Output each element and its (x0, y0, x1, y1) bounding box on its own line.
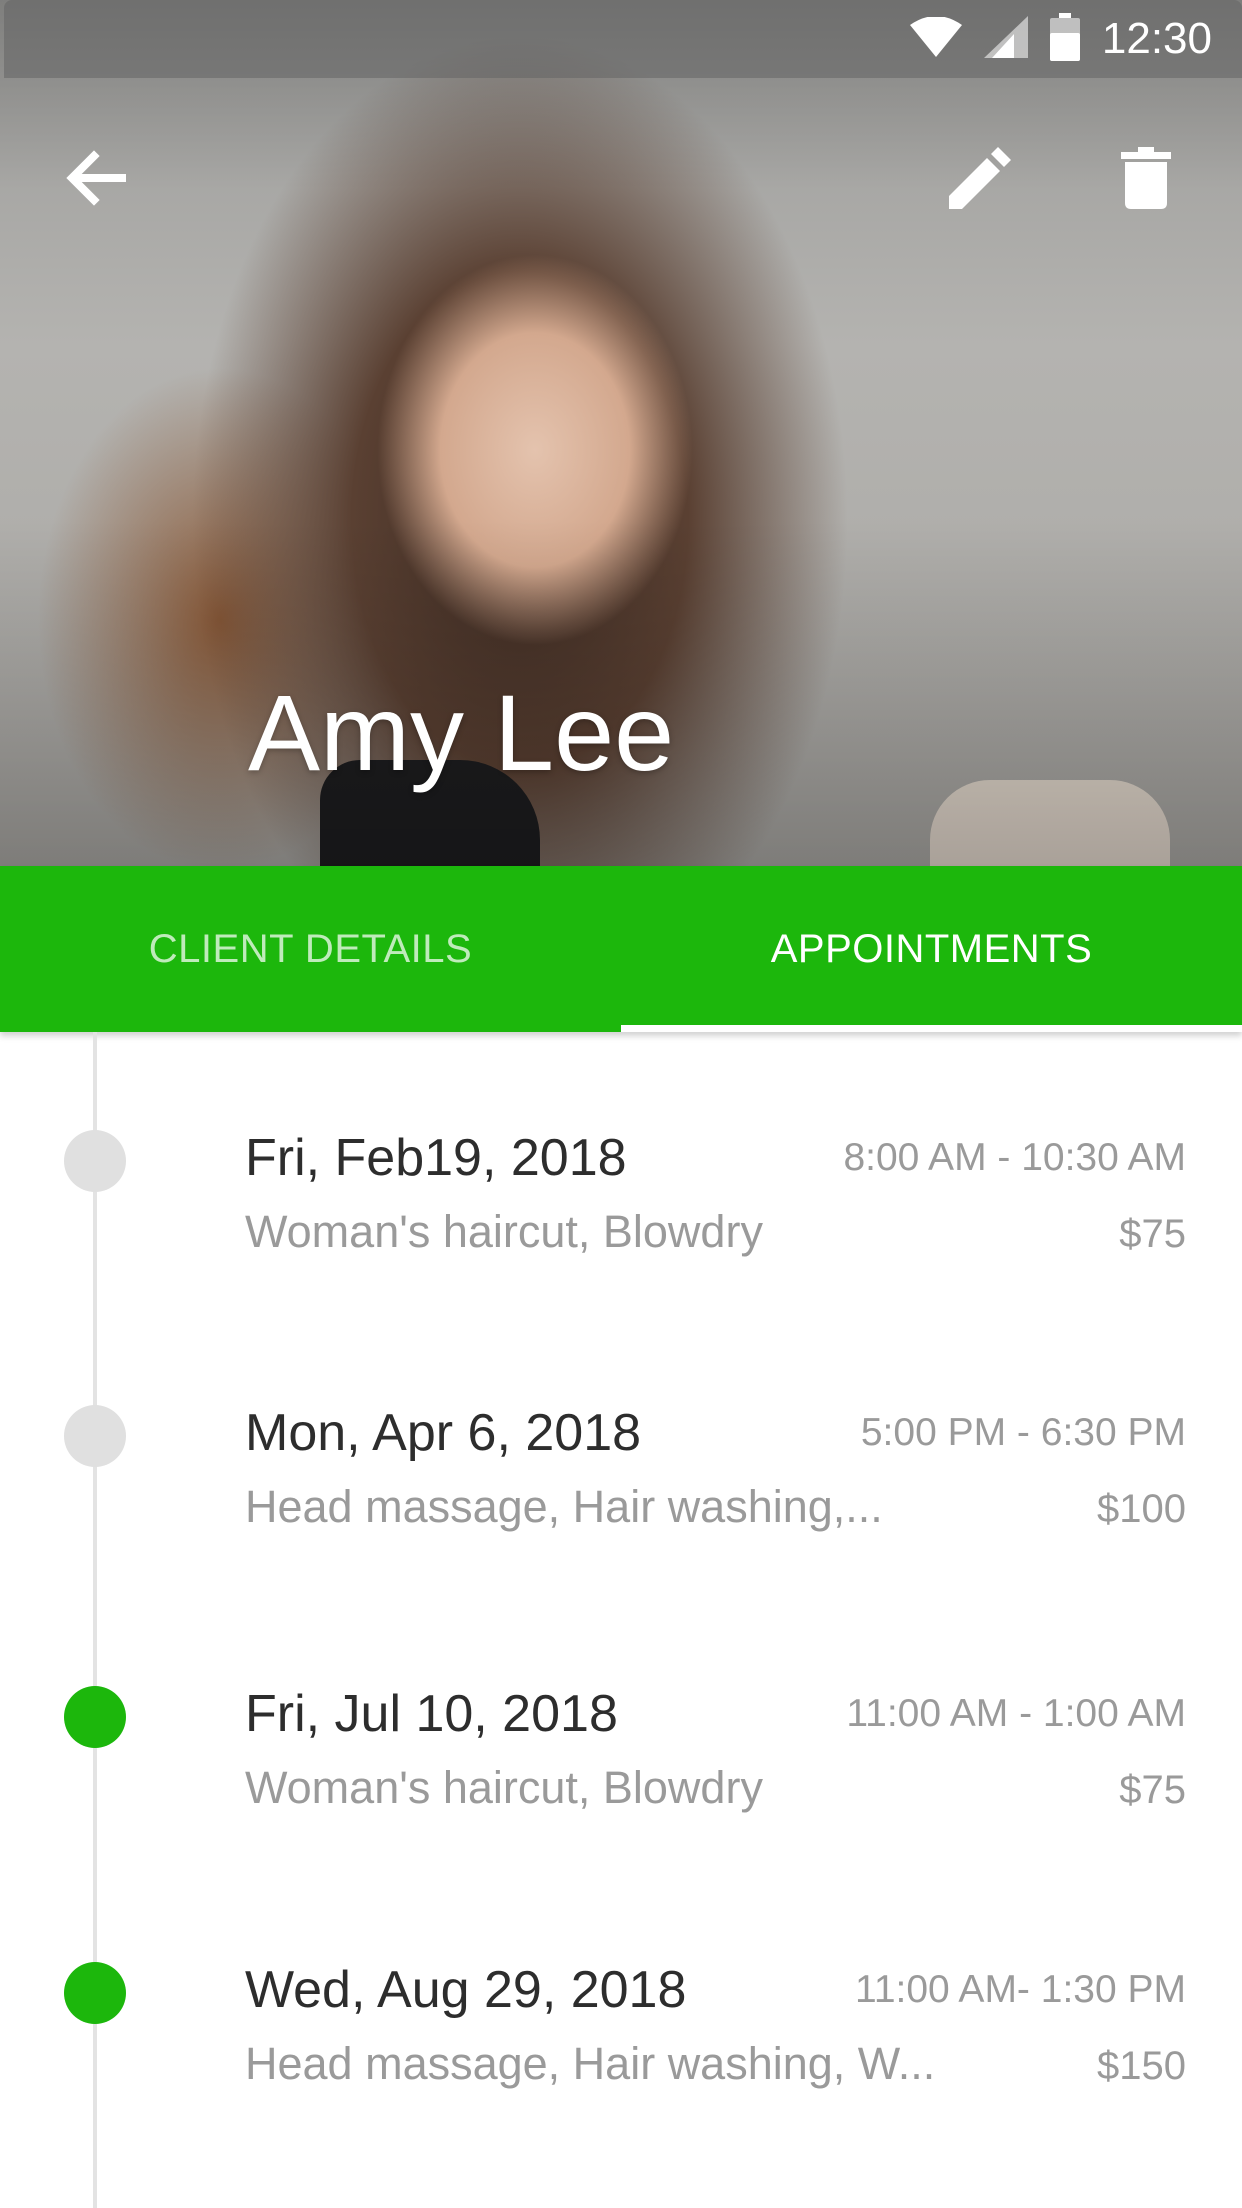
back-button[interactable] (48, 132, 144, 228)
appointment-date: Fri, Jul 10, 2018 (245, 1685, 618, 1743)
appointment-time: 5:00 PM - 6:30 PM (860, 1411, 1186, 1454)
status-time: 12:30 (1101, 14, 1212, 63)
appointment-item[interactable]: Fri, Jul 10, 2018 11:00 AM - 1:00 AM Wom… (0, 1684, 1242, 1824)
appointment-date: Mon, Apr 6, 2018 (245, 1404, 642, 1462)
timeline-dot-upcoming (64, 1962, 126, 2024)
appointment-price: $100 (1097, 1487, 1186, 1531)
client-name: Amy Lee (248, 672, 675, 793)
appointment-services: Head massage, Hair washing,... (245, 1481, 883, 1532)
appointment-price: $150 (1097, 2044, 1186, 2088)
appointment-price: $75 (1119, 1768, 1186, 1812)
appointment-time: 11:00 AM- 1:30 PM (855, 1968, 1186, 2011)
delete-button[interactable] (1098, 132, 1194, 228)
arrow-left-icon (66, 149, 128, 211)
tab-bar: CLIENT DETAILS APPOINTMENTS (0, 866, 1242, 1032)
tab-appointments[interactable]: APPOINTMENTS (621, 866, 1242, 1032)
appointment-time: 8:00 AM - 10:30 AM (843, 1136, 1186, 1179)
appointment-price: $75 (1119, 1212, 1186, 1256)
appointment-services: Head massage, Hair washing, W... (245, 2038, 936, 2089)
appointment-item[interactable]: Mon, Apr 6, 2018 5:00 PM - 6:30 PM Head … (0, 1403, 1242, 1543)
timeline-dot-upcoming (64, 1686, 126, 1748)
timeline-dot-past (64, 1405, 126, 1467)
appointment-item[interactable]: Wed, Aug 29, 2018 11:00 AM- 1:30 PM Head… (0, 1960, 1242, 2100)
pencil-icon (949, 146, 1011, 214)
wifi-icon (909, 15, 962, 62)
battery-icon (1049, 12, 1080, 66)
timeline-dot-past (64, 1130, 126, 1192)
edit-button[interactable] (932, 132, 1028, 228)
trash-icon (1121, 146, 1171, 214)
tab-client-details[interactable]: CLIENT DETAILS (0, 866, 621, 1032)
appointment-services: Woman's haircut, Blowdry (245, 1762, 763, 1813)
appointment-date: Fri, Feb19, 2018 (245, 1129, 627, 1187)
appointment-services: Woman's haircut, Blowdry (245, 1206, 763, 1257)
status-bar: 12:30 (4, 0, 1242, 78)
cell-signal-icon (983, 15, 1028, 63)
appointment-time: 11:00 AM - 1:00 AM (846, 1692, 1186, 1735)
appointment-date: Wed, Aug 29, 2018 (245, 1961, 687, 2019)
appointment-item[interactable]: Fri, Feb19, 2018 8:00 AM - 10:30 AM Woma… (0, 1128, 1242, 1268)
